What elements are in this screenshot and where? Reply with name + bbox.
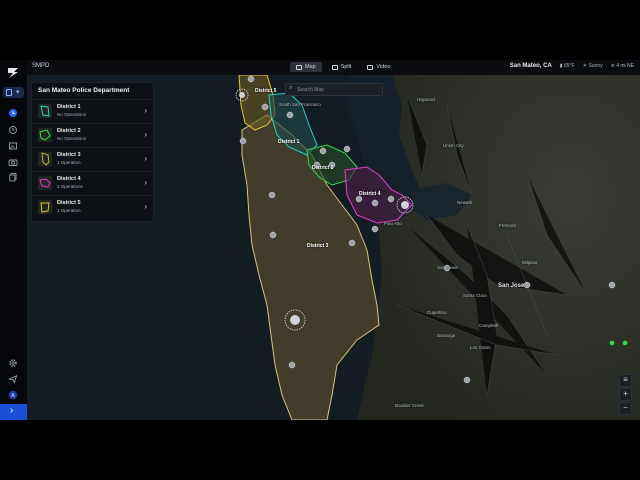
search-icon: ⌕ xyxy=(289,85,293,91)
district-thumbnail xyxy=(38,128,52,142)
map-label-city: Union City xyxy=(443,143,464,148)
layers-toggle-button[interactable]: ≡ xyxy=(619,374,632,387)
app-screen: ▾ A › SMPD Map Split Video San Mateo, CA… xyxy=(0,60,640,420)
rail-send-button[interactable] xyxy=(8,371,18,384)
map-label-city: Milpitas xyxy=(522,260,538,265)
district-operations: 1 Operation xyxy=(57,160,81,165)
copy-icon xyxy=(9,173,17,182)
district-thumbnail xyxy=(38,200,52,214)
map-label-city: Campbell xyxy=(479,323,499,328)
rail-files-button[interactable] xyxy=(8,169,18,182)
map-label-city: Los Gatos xyxy=(470,345,491,350)
map-label-san-jose: San Jose xyxy=(498,283,525,289)
tab-split[interactable]: Split xyxy=(326,62,358,72)
thermometer-icon: ▮ xyxy=(559,63,563,69)
org-name: SMPD xyxy=(32,63,50,69)
map-icon xyxy=(296,64,302,70)
map-label-district-1: District 1 xyxy=(278,139,300,145)
district-row-3[interactable]: District 3 1 Operation › xyxy=(32,147,153,170)
district-operations: No Operations xyxy=(57,112,87,117)
chevron-right-icon: › xyxy=(144,130,147,139)
map-label-city: Newark xyxy=(457,200,473,205)
rail-history-button[interactable] xyxy=(8,122,18,134)
tab-map[interactable]: Map xyxy=(290,62,322,72)
district-operations: 2 Operations xyxy=(57,184,83,189)
layer-select-button[interactable]: ▾ xyxy=(3,87,24,98)
split-icon xyxy=(331,64,338,70)
map-label-district-3: District 3 xyxy=(307,243,329,249)
sun-icon: ☀ xyxy=(582,63,588,69)
expand-sidebar-button[interactable]: › xyxy=(0,404,27,420)
district-row-2[interactable]: District 2 No Operations › xyxy=(32,123,153,146)
map-label-city: Palo Alto xyxy=(384,221,402,226)
top-bar: SMPD Map Split Video San Mateo, CA ▮ 65°… xyxy=(27,60,640,76)
chevron-right-icon: › xyxy=(144,106,147,115)
rail-camera-button[interactable] xyxy=(8,154,18,166)
map-label-city: Boulder Creek xyxy=(395,403,424,408)
district-row-1[interactable]: District 1 No Operations › xyxy=(32,99,153,122)
avatar-icon: A xyxy=(8,390,18,400)
map-label-district-2: District 2 xyxy=(312,165,334,171)
district-row-5[interactable]: District 5 1 Operation › xyxy=(32,195,153,218)
chevron-down-icon: ▾ xyxy=(16,89,20,96)
zoom-in-button[interactable]: + xyxy=(619,388,632,401)
wind-icon: ≋ xyxy=(610,63,615,69)
district-thumbnail xyxy=(38,152,52,166)
view-tabs: Map Split Video xyxy=(290,62,396,72)
district-thumbnail xyxy=(38,104,52,118)
chevron-right-icon: › xyxy=(144,178,147,187)
rail-gallery-button[interactable] xyxy=(8,138,18,150)
map-label-city: Sunnyvale xyxy=(437,265,459,270)
map-label-district-4: District 4 xyxy=(359,191,381,197)
rail-settings-button[interactable] xyxy=(8,355,18,367)
map-label-city: Fremont xyxy=(499,223,516,228)
image-icon xyxy=(9,142,17,150)
search-input[interactable] xyxy=(297,84,377,95)
chevron-right-icon: › xyxy=(10,405,14,416)
svg-text:A: A xyxy=(11,393,15,399)
left-rail: ▾ A › xyxy=(0,60,28,420)
district-panel: San Mateo Police Department District 1 N… xyxy=(31,82,154,222)
clock-icon xyxy=(9,109,17,117)
location-label: San Mateo, CA xyxy=(509,63,552,69)
district-thumbnail xyxy=(38,176,52,190)
rail-dashboard-button[interactable] xyxy=(8,105,18,117)
map-label-city: Hayward xyxy=(417,97,435,102)
app-logo-icon xyxy=(8,68,18,78)
status-bar: San Mateo, CA ▮ 65°F ☀ Sunny ≋ 4 mi NE xyxy=(510,63,634,69)
district-name: District 2 xyxy=(57,128,81,134)
history-icon xyxy=(9,126,17,134)
weather-readout: ☀ Sunny xyxy=(582,63,603,69)
camera-icon xyxy=(8,159,18,166)
district-name: District 1 xyxy=(57,104,81,110)
user-avatar-button[interactable]: A xyxy=(8,387,18,400)
stack-icon: ≡ xyxy=(623,375,628,384)
gear-icon xyxy=(9,359,17,367)
district-name: District 4 xyxy=(57,176,81,182)
tab-video[interactable]: Video xyxy=(361,62,396,72)
video-icon xyxy=(367,64,374,70)
district-operations: No Operations xyxy=(57,136,87,141)
temperature-readout: ▮ 65°F xyxy=(559,63,575,69)
map-label-city: Santa Clara xyxy=(463,293,487,298)
map-label-district-5: District 5 xyxy=(255,88,277,94)
map-search[interactable]: ⌕ xyxy=(285,83,383,96)
layers-icon xyxy=(6,89,12,96)
chevron-right-icon: › xyxy=(144,202,147,211)
district-name: District 3 xyxy=(57,152,81,158)
chevron-right-icon: › xyxy=(144,154,147,163)
map-label-city: Cupertino xyxy=(427,310,447,315)
district-name: District 5 xyxy=(57,200,81,206)
district-operations: 1 Operation xyxy=(57,208,81,213)
district-row-4[interactable]: District 4 2 Operations › xyxy=(32,171,153,194)
map-label-city: Saratoga xyxy=(437,333,456,338)
panel-title: San Mateo Police Department xyxy=(38,87,130,94)
map-label-city: South San Francisco xyxy=(279,102,321,107)
send-icon xyxy=(8,374,18,384)
wind-readout: ≋ 4 mi NE xyxy=(610,63,634,69)
zoom-out-button[interactable]: − xyxy=(619,402,632,415)
